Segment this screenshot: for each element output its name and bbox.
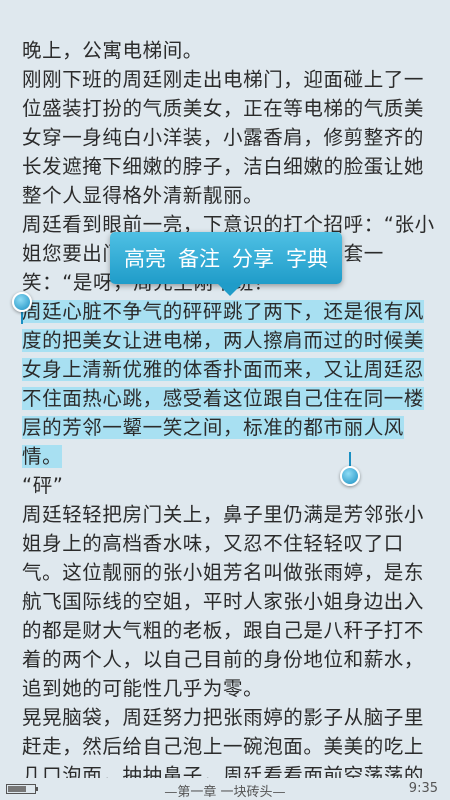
- clock: 9:35: [408, 781, 438, 796]
- paragraph: 刚刚下班的周廷刚走出电梯门，迎面碰上了一位盛装打扮的气质美女，正在等电梯的气质美…: [22, 68, 425, 207]
- paragraph: 晃晃脑袋，周廷努力把张雨婷的影子从脑子里赶走，然后给自己泡上一碗泡面。美美的吃上…: [22, 706, 425, 778]
- paragraph: 周廷轻轻把房门关上，鼻子里仍满是芳邻张小姐身上的高档香水味，又忍不住轻轻叹了口气…: [22, 503, 425, 700]
- note-button[interactable]: 备注: [178, 243, 220, 273]
- selection-context-menu: 高亮 备注 分享 字典: [110, 232, 342, 296]
- text-selection[interactable]: 周廷心脏不争气的砰砰跳了两下，还是很有风度的把美女让进电梯，两人擦肩而过的时候美…: [22, 300, 425, 468]
- highlighted-paragraph[interactable]: 周廷心脏不争气的砰砰跳了两下，还是很有风度的把美女让进电梯，两人擦肩而过的时候美…: [22, 297, 440, 471]
- paragraph: “砰”: [22, 474, 64, 497]
- reader-status-bar: —第一章 一块砖头— 9:35: [0, 778, 450, 800]
- dictionary-button[interactable]: 字典: [286, 243, 328, 273]
- reader-text: 晚上，公寓电梯间。 刚刚下班的周廷刚走出电梯门，迎面碰上了一位盛装打扮的气质美女…: [22, 36, 440, 778]
- share-button[interactable]: 分享: [232, 243, 274, 273]
- highlight-button[interactable]: 高亮: [124, 243, 166, 273]
- chapter-title: —第一章 一块砖头—: [164, 785, 286, 800]
- selection-end-handle[interactable]: [340, 466, 360, 486]
- paragraph: 晚上，公寓电梯间。: [22, 39, 203, 62]
- selection-start-handle[interactable]: [12, 292, 32, 312]
- reader-page[interactable]: 晚上，公寓电梯间。 刚刚下班的周廷刚走出电梯门，迎面碰上了一位盛装打扮的气质美女…: [0, 0, 450, 778]
